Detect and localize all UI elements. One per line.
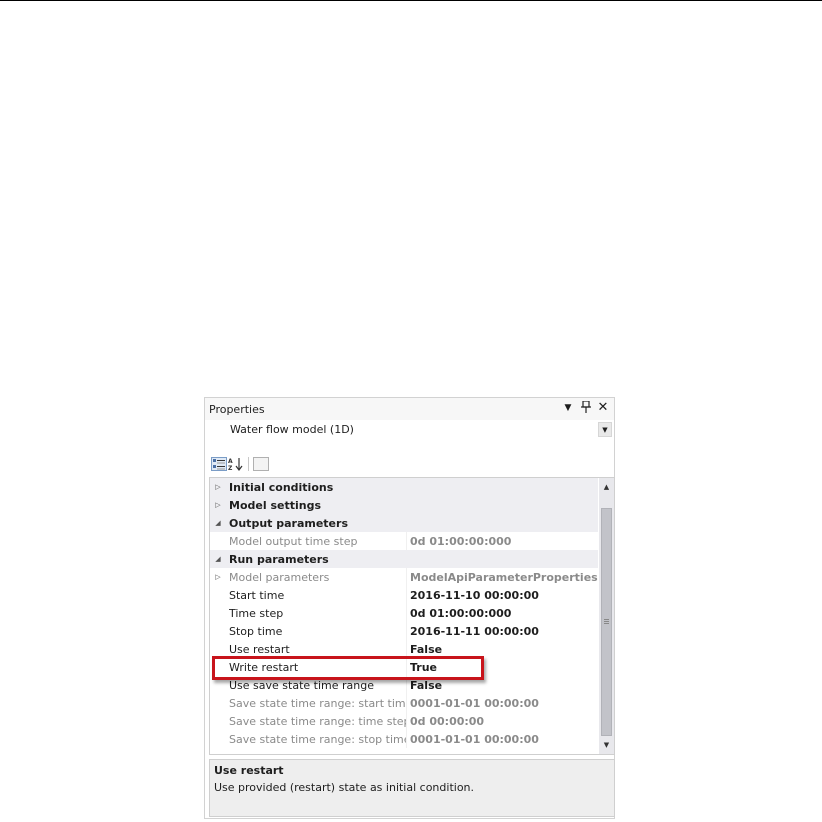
- description-title: Use restart: [214, 764, 284, 777]
- object-selector[interactable]: Water flow model (1D) ▼: [205, 420, 614, 440]
- dropdown-arrow-icon[interactable]: ▼: [561, 401, 575, 415]
- close-icon[interactable]: ✕: [596, 401, 610, 415]
- category-name: Output parameters: [229, 517, 348, 530]
- property-name: Time step: [229, 607, 284, 620]
- category-row-model-settings[interactable]: ▷ Model settings: [210, 496, 598, 514]
- column-divider: [406, 694, 407, 712]
- category-row-output-parameters[interactable]: ◢ Output parameters: [210, 514, 598, 532]
- column-divider: [406, 622, 407, 640]
- property-row-save-state-start-time[interactable]: Save state time range: start time 0001-0…: [210, 694, 598, 712]
- property-value[interactable]: False: [410, 679, 598, 692]
- scrollbar-thumb[interactable]: [601, 508, 612, 736]
- category-name: Model settings: [229, 499, 321, 512]
- column-divider: [406, 604, 407, 622]
- property-name: Use restart: [229, 643, 290, 656]
- thumb-grip: [604, 623, 609, 624]
- property-name: Model parameters: [229, 571, 330, 584]
- property-value[interactable]: 0d 01:00:00:000: [410, 607, 598, 620]
- property-value[interactable]: 0001-01-01 00:00:00: [410, 697, 598, 710]
- scroll-up-icon[interactable]: ▲: [599, 480, 614, 494]
- property-name: Save state time range: stop time: [229, 733, 407, 746]
- property-name: Model output time step: [229, 535, 358, 548]
- scroll-down-icon[interactable]: ▼: [599, 738, 614, 752]
- collapse-arrow-icon[interactable]: ◢: [214, 553, 222, 565]
- category-row-run-parameters[interactable]: ◢ Run parameters: [210, 550, 598, 568]
- property-value[interactable]: False: [410, 643, 598, 656]
- pin-icon[interactable]: [579, 400, 593, 415]
- highlight-box: [212, 656, 484, 680]
- property-name: Save state time range: time step in: [229, 715, 407, 728]
- property-row-model-output-time-step[interactable]: Model output time step 0d 01:00:00:000: [210, 532, 598, 550]
- property-row-time-step[interactable]: Time step 0d 01:00:00:000: [210, 604, 598, 622]
- property-value[interactable]: 0001-01-01 00:00:00: [410, 733, 598, 746]
- thumb-grip: [604, 619, 609, 620]
- property-value[interactable]: ModelApiParameterProperties[] A: [410, 571, 598, 584]
- property-value[interactable]: 0d 01:00:00:000: [410, 535, 598, 548]
- alphabetical-sort-icon[interactable]: AZ: [228, 457, 244, 472]
- thumb-grip: [604, 621, 609, 622]
- description-pane: Use restart Use provided (restart) state…: [209, 759, 615, 817]
- property-row-stop-time[interactable]: Stop time 2016-11-11 00:00:00: [210, 622, 598, 640]
- column-divider: [406, 568, 407, 586]
- toolbar-separator: [248, 457, 249, 471]
- panel-title: Properties: [209, 403, 265, 416]
- category-name: Run parameters: [229, 553, 329, 566]
- category-name: Initial conditions: [229, 481, 334, 494]
- description-text: Use provided (restart) state as initial …: [214, 781, 475, 794]
- property-name: Save state time range: start time: [229, 697, 407, 710]
- expand-arrow-icon[interactable]: ▷: [214, 481, 222, 493]
- object-selector-dropdown-button[interactable]: ▼: [598, 422, 612, 437]
- selected-object-label: Water flow model (1D): [230, 423, 354, 436]
- property-toolbar: AZ: [205, 454, 614, 474]
- property-grid: ▷ Initial conditions ▷ Model settings ◢ …: [209, 477, 615, 755]
- property-row-start-time[interactable]: Start time 2016-11-10 00:00:00: [210, 586, 598, 604]
- property-pages-icon[interactable]: [253, 457, 269, 471]
- svg-text:Z: Z: [228, 465, 233, 471]
- vertical-scrollbar[interactable]: ▲ ▼: [599, 478, 614, 754]
- svg-text:A: A: [228, 458, 233, 465]
- property-row-save-state-time-step[interactable]: Save state time range: time step in 0d 0…: [210, 712, 598, 730]
- property-name: Use save state time range: [229, 679, 374, 692]
- property-row-save-state-stop-time[interactable]: Save state time range: stop time 0001-01…: [210, 730, 598, 748]
- property-value[interactable]: 0d 00:00:00: [410, 715, 598, 728]
- property-value[interactable]: 2016-11-10 00:00:00: [410, 589, 598, 602]
- column-divider: [406, 730, 407, 748]
- column-divider: [406, 532, 407, 550]
- properties-panel: Properties ▼ ✕ Water flow model (1D) ▼ A…: [204, 397, 615, 819]
- column-divider: [406, 586, 407, 604]
- collapse-arrow-icon[interactable]: ◢: [214, 517, 222, 529]
- page-top-rule: [0, 0, 822, 1]
- expand-arrow-icon[interactable]: ▷: [214, 499, 222, 511]
- property-row-model-parameters[interactable]: ▷ Model parameters ModelApiParameterProp…: [210, 568, 598, 586]
- column-divider: [406, 712, 407, 730]
- property-name: Start time: [229, 589, 285, 602]
- expand-arrow-icon[interactable]: ▷: [214, 571, 222, 583]
- panel-titlebar: Properties ▼ ✕: [205, 398, 614, 420]
- property-value[interactable]: 2016-11-11 00:00:00: [410, 625, 598, 638]
- categorized-view-icon[interactable]: [211, 457, 227, 471]
- category-row-initial-conditions[interactable]: ▷ Initial conditions: [210, 478, 598, 496]
- property-name: Stop time: [229, 625, 283, 638]
